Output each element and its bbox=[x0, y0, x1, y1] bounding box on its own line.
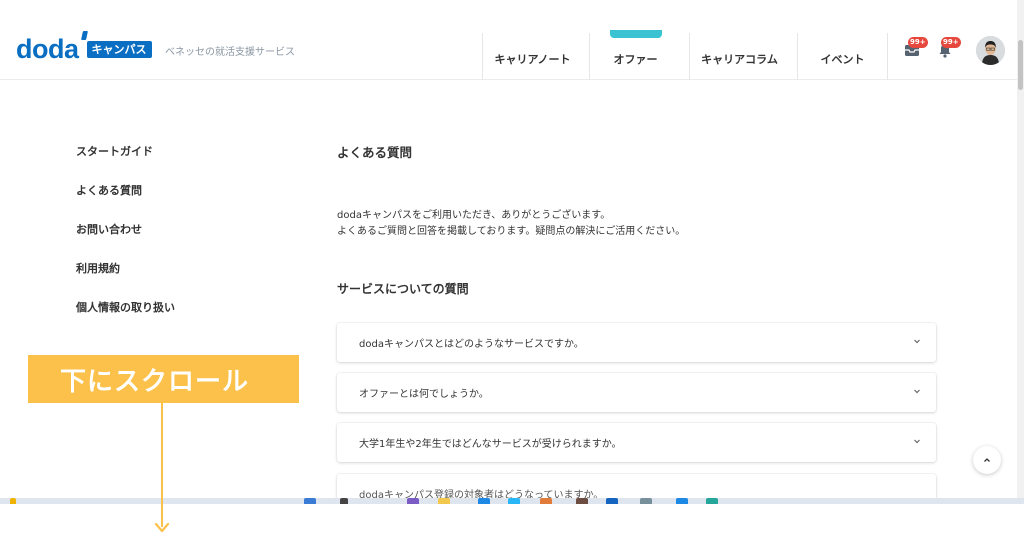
intro-line: dodaキャンパスをご利用いただき、ありがとうございます。 bbox=[337, 210, 611, 221]
os-taskbar bbox=[0, 498, 1024, 504]
chevron-up-icon bbox=[984, 458, 990, 462]
start-icon[interactable] bbox=[304, 498, 316, 504]
notification-count-badge: 99+ bbox=[941, 37, 961, 48]
page-title: よくある質問 bbox=[337, 145, 413, 160]
avatar-photo bbox=[976, 36, 1005, 65]
app-icon[interactable] bbox=[640, 498, 652, 504]
main-content: よくある質問 dodaキャンパスをご利用いただき、ありがとうございます。 よくあ… bbox=[337, 145, 937, 297]
scrollbar-thumb[interactable] bbox=[1018, 40, 1023, 90]
search-icon[interactable] bbox=[340, 498, 348, 504]
sidebar-item-privacy[interactable]: 個人情報の取り扱い bbox=[76, 301, 175, 340]
chevron-down-icon bbox=[914, 439, 920, 444]
nav-event-label: イベント bbox=[820, 52, 865, 66]
nav-offer[interactable]: オファー bbox=[589, 33, 681, 80]
back-to-top-button[interactable] bbox=[973, 446, 1001, 474]
chevron-down-icon bbox=[914, 339, 920, 344]
scroll-hint-banner: 下にスクロール bbox=[28, 355, 299, 403]
faq-item[interactable]: オファーとは何でしょうか。 bbox=[337, 373, 936, 412]
faq-item[interactable]: dodaキャンパスとはどのようなサービスですか。 bbox=[337, 323, 936, 362]
nav-career-note[interactable]: キャリアノート bbox=[482, 33, 582, 80]
logo-wordmark: doda bbox=[16, 34, 79, 64]
scroll-hint-text: 下にスクロール bbox=[60, 366, 250, 397]
app-icon[interactable] bbox=[706, 498, 718, 504]
nav-offer-label: オファー bbox=[613, 52, 658, 66]
intro-line: よくあるご質問と回答を掲載しております。疑問点の解決にご活用ください。 bbox=[337, 226, 686, 237]
browser-icon[interactable] bbox=[478, 498, 490, 504]
faq-item[interactable]: dodaキャンパス登録の対象者はどうなっていますか。 bbox=[337, 474, 936, 500]
scroll-arrow-line bbox=[161, 403, 163, 527]
faq-question: dodaキャンパスとはどのようなサービスですか。 bbox=[359, 339, 584, 350]
faq-question: 大学1年生や2年生ではどんなサービスが受けられますか。 bbox=[359, 439, 622, 450]
nav-event[interactable]: イベント bbox=[797, 33, 888, 80]
app-icon[interactable] bbox=[407, 498, 419, 504]
weather-icon bbox=[10, 498, 16, 504]
sidebar-nav: スタートガイド よくある質問 お問い合わせ 利用規約 個人情報の取り扱い bbox=[76, 145, 175, 340]
intro-text: dodaキャンパスをご利用いただき、ありがとうございます。 よくあるご質問と回答… bbox=[337, 208, 937, 240]
user-avatar[interactable] bbox=[976, 36, 1005, 65]
app-icon[interactable] bbox=[540, 498, 552, 504]
logo-accent-mark bbox=[81, 31, 88, 40]
app-icon[interactable] bbox=[576, 498, 588, 504]
nav-career-column[interactable]: キャリアコラム bbox=[689, 33, 789, 80]
nav-career-note-label: キャリアノート bbox=[494, 52, 571, 66]
sidebar-item-contact[interactable]: お問い合わせ bbox=[76, 223, 175, 262]
doda-campus-logo[interactable]: doda キャンパス bbox=[16, 31, 152, 64]
faq-question: オファーとは何でしょうか。 bbox=[359, 389, 489, 400]
chevron-down-icon bbox=[914, 389, 920, 394]
app-icon[interactable] bbox=[676, 498, 688, 504]
arrow-down-icon bbox=[154, 522, 170, 533]
logo-campus-box: キャンパス bbox=[86, 40, 152, 59]
nav-career-column-label: キャリアコラム bbox=[701, 52, 778, 66]
faq-item[interactable]: 大学1年生や2年生ではどんなサービスが受けられますか。 bbox=[337, 423, 936, 462]
message-count-badge: 99+ bbox=[908, 37, 928, 48]
folder-icon[interactable] bbox=[438, 498, 450, 504]
site-tagline: ベネッセの就活支援サービス bbox=[165, 47, 295, 58]
section-title: サービスについての質問 bbox=[337, 282, 469, 296]
app-icon[interactable] bbox=[606, 498, 618, 504]
page-scrollbar[interactable] bbox=[1017, 0, 1024, 498]
browser-icon[interactable] bbox=[508, 498, 520, 504]
sidebar-item-terms[interactable]: 利用規約 bbox=[76, 262, 175, 301]
sidebar-item-faq[interactable]: よくある質問 bbox=[76, 184, 175, 223]
page: doda キャンパス ベネッセの就活支援サービス キャリアノート オファー キャ… bbox=[0, 0, 1024, 538]
sidebar-item-start-guide[interactable]: スタートガイド bbox=[76, 145, 175, 184]
site-header: doda キャンパス ベネッセの就活支援サービス キャリアノート オファー キャ… bbox=[0, 0, 1024, 80]
